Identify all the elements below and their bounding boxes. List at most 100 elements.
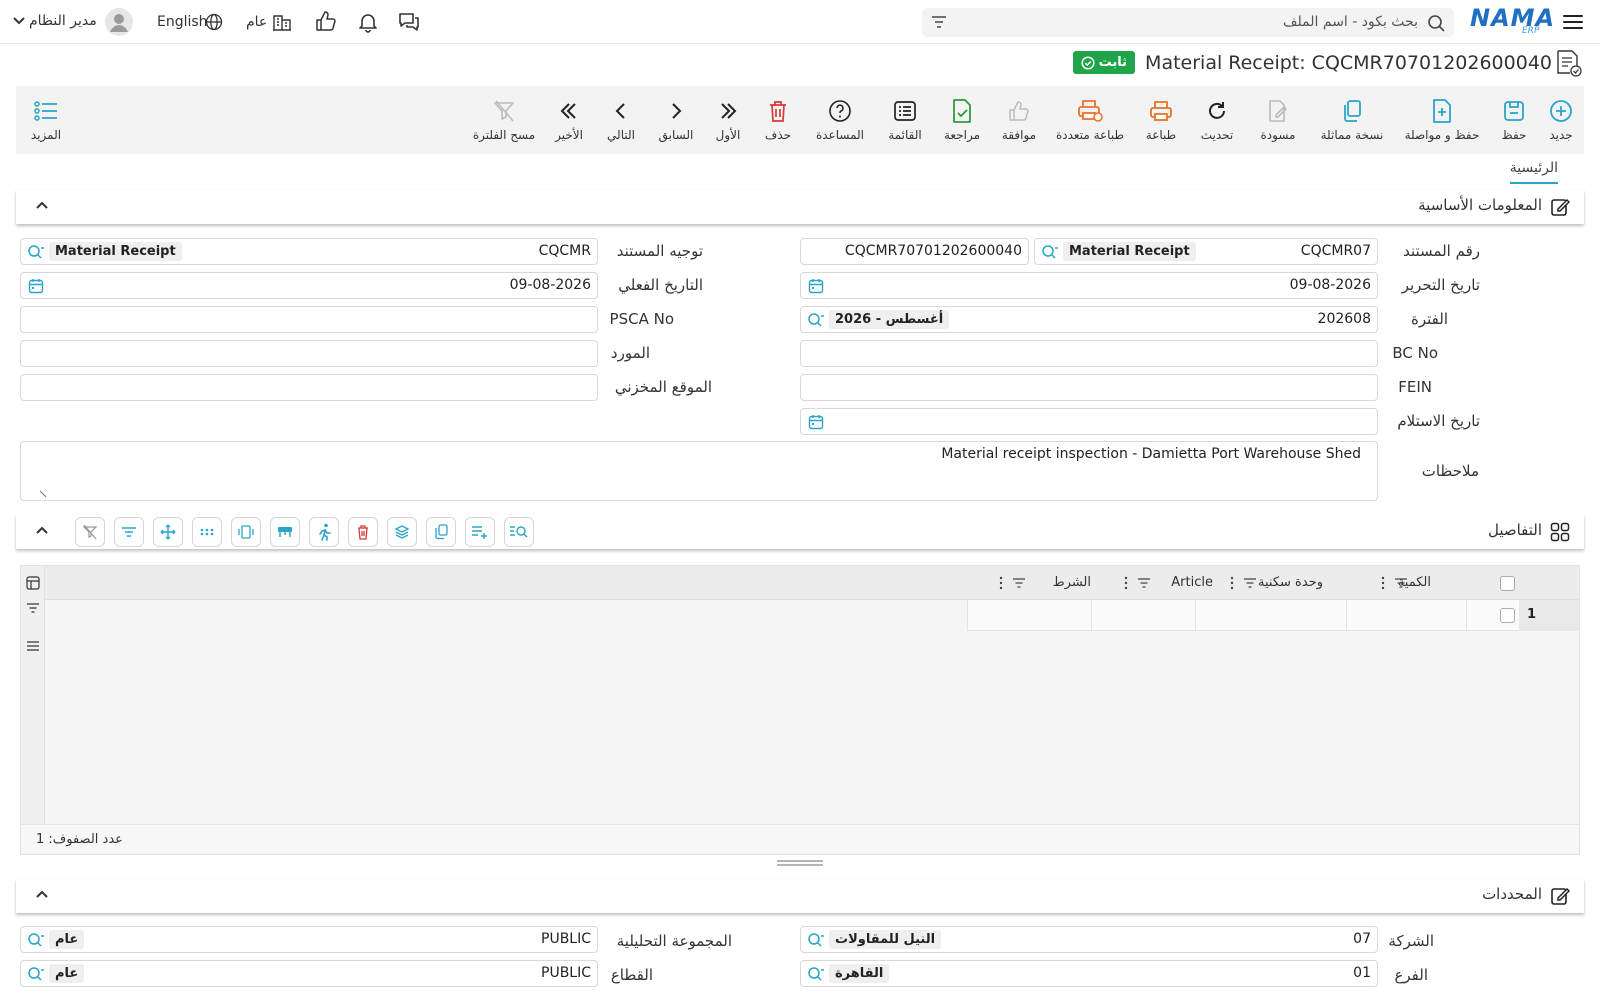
grid-cell[interactable] (1092, 600, 1196, 631)
grid-move-button[interactable] (153, 517, 183, 547)
column-header-condition[interactable]: الشرط (1053, 575, 1091, 590)
duplicate-button[interactable]: نسخة مماثلة (1312, 86, 1392, 154)
doc-number-field[interactable]: CQCMR70701202600040 (800, 238, 1029, 265)
column-header-article[interactable]: Article (1171, 575, 1213, 590)
column-menu-icon[interactable] (1381, 576, 1385, 590)
more-button[interactable]: المزيد (26, 86, 66, 154)
supplier-field[interactable] (20, 340, 598, 367)
grid-add-row-button[interactable] (465, 517, 495, 547)
review-button[interactable]: مراجعة (936, 86, 988, 154)
row-checkbox[interactable] (1500, 608, 1515, 623)
calendar-icon[interactable] (28, 278, 44, 294)
doc-number-type-field[interactable]: CQCMR07 Material Receipt (1034, 238, 1378, 265)
grid-dots-button[interactable] (192, 517, 222, 547)
grid-cell[interactable] (1347, 600, 1467, 631)
grid-clear-filter-button[interactable] (75, 517, 105, 547)
grid-cell[interactable] (967, 600, 1092, 631)
column-menu-icon[interactable] (1124, 576, 1128, 590)
resize-splitter-icon[interactable] (776, 859, 824, 867)
column-filter-icon[interactable] (1137, 577, 1151, 589)
refresh-button[interactable]: تحديث (1192, 86, 1242, 154)
move-icon (160, 524, 176, 540)
calendar-icon[interactable] (808, 414, 824, 430)
edit-date-field[interactable]: 09-08-2026 (800, 272, 1378, 299)
resize-handle-icon[interactable] (39, 490, 47, 498)
grid-search-button[interactable] (504, 517, 534, 547)
warehouse-field[interactable] (20, 374, 598, 401)
grid-layers-button[interactable] (387, 517, 417, 547)
approve-button[interactable]: موافقة (992, 86, 1046, 154)
new-button[interactable]: جديد (1540, 86, 1582, 154)
column-filter-icon[interactable] (1243, 577, 1257, 589)
chevron-down-icon (12, 16, 26, 26)
previous-button[interactable]: السابق (650, 86, 702, 154)
action-toolbar: جديد حفظ حفظ و مواصلة نسخة مماثلة مسودة … (16, 86, 1584, 154)
grid-delete-button[interactable] (348, 517, 378, 547)
filter-icon[interactable] (931, 15, 947, 29)
column-menu-icon[interactable] (999, 576, 1003, 590)
edit-square-icon (1550, 886, 1570, 906)
delete-button[interactable]: حذف (754, 86, 802, 154)
bell-icon[interactable] (357, 11, 379, 33)
lookup-search-icon[interactable] (807, 966, 825, 982)
calendar-icon[interactable] (808, 278, 824, 294)
hamburger-menu-icon[interactable] (1562, 12, 1584, 32)
lookup-search-icon[interactable] (807, 932, 825, 948)
next-button[interactable]: التالي (596, 86, 646, 154)
psca-field[interactable] (20, 306, 598, 333)
first-button[interactable]: الأول (706, 86, 750, 154)
grid-run-button[interactable] (309, 517, 339, 547)
select-all-checkbox[interactable] (1500, 576, 1515, 591)
row-count: عدد الصفوف: 1 (36, 832, 123, 847)
check-circle-icon (1081, 55, 1095, 70)
bc-no-field[interactable] (800, 340, 1378, 367)
branch-field[interactable]: 01 القاهرة (800, 960, 1378, 987)
tab-main[interactable]: الرئيسية (1509, 160, 1558, 184)
clear-filter-button[interactable]: مسح الفلترة (466, 86, 542, 154)
analytic-group-field[interactable]: PUBLIC عام (20, 926, 598, 953)
print-button[interactable]: طباعة (1136, 86, 1186, 154)
lookup-search-icon[interactable] (27, 966, 45, 982)
grid-table-button[interactable] (270, 517, 300, 547)
column-filter-icon[interactable] (1012, 577, 1026, 589)
thumbs-up-icon[interactable] (314, 10, 336, 32)
receipt-date-field[interactable] (800, 408, 1378, 435)
multi-print-button[interactable]: طباعة متعددة (1050, 86, 1130, 154)
table-settings-icon[interactable] (26, 576, 40, 590)
lookup-search-icon[interactable] (27, 244, 45, 260)
lookup-search-icon[interactable] (807, 312, 825, 328)
notes-textarea[interactable]: Material receipt inspection - Damietta P… (20, 441, 1378, 501)
grid-cell[interactable] (1196, 600, 1347, 631)
period-field[interactable]: 202608 2026 - أغسطس (800, 306, 1378, 333)
grid-columns-button[interactable] (231, 517, 261, 547)
save-button[interactable]: حفظ (1492, 86, 1536, 154)
grid-filter-button[interactable] (114, 517, 144, 547)
chat-icon[interactable] (397, 11, 421, 33)
draft-button[interactable]: مسودة (1248, 86, 1308, 154)
column-filter-icon[interactable] (1394, 577, 1408, 589)
lookup-search-icon[interactable] (27, 932, 45, 948)
menu-lines-icon[interactable] (26, 640, 40, 652)
filter-icon[interactable] (26, 602, 40, 614)
column-header-unit[interactable]: وحدة سكنية (1258, 575, 1323, 590)
chevron-up-icon[interactable] (34, 198, 50, 212)
chevron-up-icon[interactable] (34, 887, 50, 901)
trash-icon (356, 524, 370, 540)
list-button[interactable]: القائمة (878, 86, 932, 154)
sector-field[interactable]: PUBLIC عام (20, 960, 598, 987)
last-button[interactable]: الأخير (546, 86, 592, 154)
help-button[interactable]: المساعدة (806, 86, 874, 154)
column-menu-icon[interactable] (1230, 576, 1234, 590)
file-plus-icon (1431, 98, 1453, 124)
lookup-search-icon[interactable] (1041, 244, 1059, 260)
company-field[interactable]: 07 النيل للمقاولات (800, 926, 1378, 953)
user-menu[interactable]: مدير النظام (10, 8, 135, 36)
table-row[interactable]: 1 (967, 600, 1579, 631)
search-input[interactable]: بحث بكود - اسم الملف (922, 8, 1454, 37)
save-and-continue-button[interactable]: حفظ و مواصلة (1396, 86, 1488, 154)
grid-copy-button[interactable] (426, 517, 456, 547)
doc-direction-field[interactable]: CQCMR Material Receipt (20, 238, 598, 265)
actual-date-field[interactable]: 09-08-2026 (20, 272, 598, 299)
fein-field[interactable] (800, 374, 1378, 401)
chevron-up-icon[interactable] (34, 523, 50, 537)
